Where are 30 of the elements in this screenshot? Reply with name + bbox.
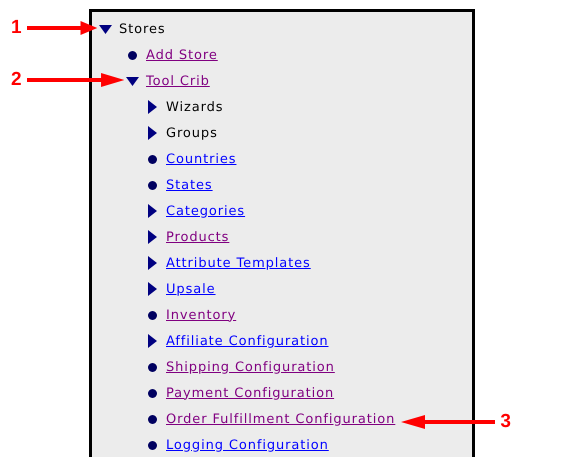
tree-link[interactable]: Affiliate Configuration <box>166 334 328 348</box>
tree-link[interactable]: Products <box>166 230 230 244</box>
tree-link[interactable]: Shipping Configuration <box>166 360 335 374</box>
tree-label[interactable]: Groups <box>166 126 218 140</box>
tree-link[interactable]: Tool Crib <box>146 74 210 88</box>
collapse-triangle-icon[interactable] <box>148 204 156 218</box>
tree-link[interactable]: Attribute Templates <box>166 256 311 270</box>
collapse-triangle-icon[interactable] <box>148 334 156 348</box>
expand-triangle-icon[interactable] <box>126 76 138 86</box>
collapse-triangle-icon[interactable] <box>148 256 156 270</box>
collapse-triangle-icon[interactable] <box>148 100 156 114</box>
tree-link[interactable]: Upsale <box>166 282 216 296</box>
collapse-triangle-icon[interactable] <box>148 282 156 296</box>
tree-link[interactable]: Logging Configuration <box>166 438 329 452</box>
callout-number: 2 <box>11 70 22 90</box>
tree-link[interactable]: Order Fulfillment Configuration <box>166 412 396 426</box>
callout-arrow <box>26 21 97 35</box>
tree-link[interactable]: Add Store <box>146 48 218 62</box>
callout-number: 1 <box>11 18 22 38</box>
collapse-triangle-icon[interactable] <box>148 230 156 244</box>
tree-link[interactable]: Payment Configuration <box>166 386 334 400</box>
tree-link[interactable]: Inventory <box>166 308 236 322</box>
collapse-triangle-icon[interactable] <box>148 126 156 140</box>
callout-number: 3 <box>500 412 511 432</box>
tree-link[interactable]: States <box>166 178 213 192</box>
expand-triangle-icon[interactable] <box>98 24 112 34</box>
tree-label[interactable]: Stores <box>119 22 166 36</box>
tree-link[interactable]: Categories <box>166 204 246 218</box>
tree-link[interactable]: Countries <box>166 152 236 166</box>
tree-label[interactable]: Wizards <box>166 100 224 114</box>
